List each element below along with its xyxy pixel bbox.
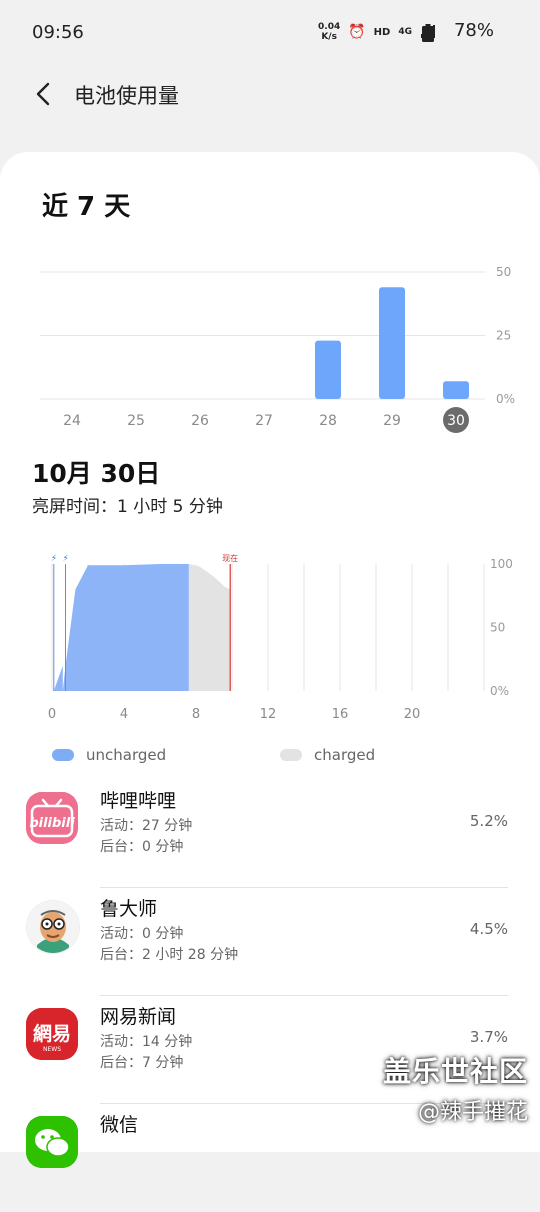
page-title: 电池使用量 xyxy=(74,84,179,108)
app-battery-percent: 3.7% xyxy=(469,1028,508,1046)
daily-battery-chart: 100 50 0% ⚡ ⚡ 现在 0 4 8 12 16 20 xyxy=(48,553,513,722)
y-tick-label: 50 xyxy=(496,265,511,279)
legend-swatch-uncharged xyxy=(52,749,74,761)
x-tick-label: 20 xyxy=(404,707,421,722)
watermark-line1: 盖乐世社区 xyxy=(382,1055,528,1088)
screen-on-time: 亮屏时间：1 小时 5 分钟 xyxy=(32,497,223,517)
status-bar: 09:56 0.04 K/s ⏰ HD 4G 78% xyxy=(0,0,540,66)
battery-percent: 78% xyxy=(453,20,494,41)
legend-item-uncharged: uncharged xyxy=(52,746,166,764)
x-tick-label: 24 xyxy=(63,413,81,429)
netease-news-icon: 網易 NEWS xyxy=(26,1008,78,1060)
y-tick-label: 25 xyxy=(496,329,511,343)
weekly-usage-chart: 50 25 0% 24 25 26 27 28 29 30 xyxy=(40,265,515,433)
app-row-ludashi[interactable]: 鲁大师 活动：0 分钟 后台：2 小时 28 分钟 4.5% xyxy=(0,888,540,996)
legend-label-uncharged: uncharged xyxy=(86,746,167,764)
app-row-bilibili[interactable]: bilibili 哔哩哔哩 活动：27 分钟 后台：0 分钟 5.2% xyxy=(0,780,540,888)
app-battery-percent: 4.5% xyxy=(469,920,508,938)
battery-card: 近 7 天 50 25 0% 24 25 26 27 28 29 30 10月 30日 亮屏时间：… xyxy=(0,152,540,1168)
charging-bolt-icon: ⚡ xyxy=(51,554,57,564)
legend-swatch-charged xyxy=(280,749,302,761)
x-tick-label: 4 xyxy=(120,707,128,722)
app-battery-percent: 5.2% xyxy=(469,812,508,830)
svg-text:bilibili: bilibili xyxy=(29,816,75,831)
app-name: 网易新闻 xyxy=(100,1006,177,1028)
x-tick-label: 16 xyxy=(332,707,349,722)
status-icons: 0.04 K/s ⏰ HD 4G xyxy=(318,22,436,42)
app-active-time: 活动：27 分钟 xyxy=(100,818,193,834)
x-tick-label: 26 xyxy=(191,413,209,429)
selected-date: 10月 30日 xyxy=(32,459,161,488)
x-tick-label: 12 xyxy=(260,707,277,722)
network-speed: 0.04 K/s xyxy=(318,22,341,42)
y-tick-label: 0% xyxy=(496,392,515,406)
app-background-time: 后台：7 分钟 xyxy=(100,1055,184,1071)
back-button[interactable] xyxy=(26,74,66,114)
svg-text:網易: 網易 xyxy=(33,1022,71,1045)
app-active-time: 活动：0 分钟 xyxy=(100,926,184,942)
status-time: 09:56 xyxy=(32,22,84,43)
y-tick-label: 50 xyxy=(490,621,505,635)
wechat-icon xyxy=(26,1116,78,1168)
alarm-icon: ⏰ xyxy=(348,24,366,40)
app-usage-list: bilibili 哔哩哔哩 活动：27 分钟 后台：0 分钟 5.2% 鲁大师 … xyxy=(0,780,540,1212)
y-tick-label: 100 xyxy=(490,557,513,571)
y-tick-label: 0% xyxy=(490,684,509,698)
app-background-time: 后台：2 小时 28 分钟 xyxy=(100,947,239,963)
bar-30 xyxy=(443,381,469,399)
app-active-time: 活动：14 分钟 xyxy=(100,1034,193,1050)
network-type: 4G xyxy=(398,27,412,37)
x-tick-label: 30 xyxy=(447,413,465,429)
x-tick-label: 28 xyxy=(319,413,337,429)
area-uncharged xyxy=(53,564,189,691)
x-tick-label: 25 xyxy=(127,413,145,429)
legend-label-charged: charged xyxy=(314,746,376,764)
x-tick-label: 27 xyxy=(255,413,273,429)
x-tick-label: 29 xyxy=(383,413,401,429)
back-arrow-icon xyxy=(36,82,50,106)
watermark-line2: @辣手摧花 xyxy=(417,1100,528,1125)
app-name: 微信 xyxy=(100,1114,139,1136)
app-background-time: 后台：0 分钟 xyxy=(100,839,184,855)
chart-legend: uncharged charged xyxy=(0,742,540,772)
area-charged xyxy=(188,564,231,691)
hd-indicator: HD xyxy=(373,26,391,38)
svg-text:NEWS: NEWS xyxy=(43,1046,61,1053)
bilibili-icon: bilibili xyxy=(26,792,78,844)
bar-28 xyxy=(315,340,341,399)
app-name: 鲁大师 xyxy=(100,898,158,920)
app-header: 电池使用量 xyxy=(0,66,540,126)
battery-shape-icon xyxy=(422,24,434,42)
x-tick-label: 8 xyxy=(192,707,200,722)
now-label: 现在 xyxy=(222,553,238,563)
app-name: 哔哩哔哩 xyxy=(100,790,177,812)
x-tick-label: 0 xyxy=(48,707,56,722)
watermark: 盖乐世社区 @辣手摧花 xyxy=(383,1050,528,1126)
period-selector[interactable]: 近 7 天 xyxy=(42,186,130,223)
ludashi-icon xyxy=(26,900,80,954)
bar-29 xyxy=(379,287,405,399)
legend-item-charged: charged xyxy=(280,746,375,764)
charging-bolt-icon: ⚡ xyxy=(63,554,69,564)
